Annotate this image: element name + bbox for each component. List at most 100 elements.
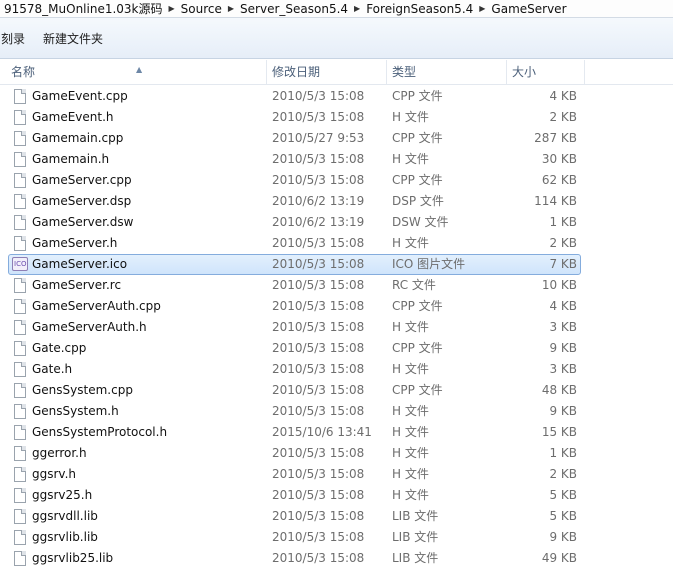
file-date: 2010/6/2 13:19	[272, 215, 365, 229]
breadcrumb-arrow-icon[interactable]: ▶	[167, 4, 177, 13]
file-date: 2010/5/3 15:08	[272, 173, 365, 187]
file-row[interactable]: GameServer.dsp 2010/6/2 13:19 DSP 文件 114 KB	[8, 191, 581, 212]
breadcrumb-item[interactable]: Server_Season5.4	[236, 2, 352, 16]
file-row[interactable]: ggerror.h 2010/5/3 15:08 H 文件 1 KB	[8, 443, 581, 464]
file-name: GensSystemProtocol.h	[32, 425, 168, 439]
file-row[interactable]: GameServer.h 2010/5/3 15:08 H 文件 2 KB	[8, 233, 581, 254]
column-type-header[interactable]: 类型	[387, 60, 507, 84]
column-name-label: 名称	[11, 65, 36, 79]
breadcrumb-item[interactable]: 91578_MuOnline1.03k源码	[0, 0, 167, 17]
file-row[interactable]: GameEvent.cpp 2010/5/3 15:08 CPP 文件 4 KB	[8, 86, 581, 107]
file-row[interactable]: GameServer.cpp 2010/5/3 15:08 CPP 文件 62 KB	[8, 170, 581, 191]
file-size: 49 KB	[541, 551, 577, 565]
file-row[interactable]: ggsrv.h 2010/5/3 15:08 H 文件 2 KB	[8, 464, 581, 485]
column-date-header[interactable]: 修改日期	[267, 60, 387, 84]
document-icon	[14, 194, 26, 209]
file-type: H 文件	[392, 362, 429, 376]
file-row[interactable]: GensSystemProtocol.h 2015/10/6 13:41 H 文件 1…	[8, 422, 581, 443]
file-type: LIB 文件	[392, 530, 439, 544]
document-icon	[14, 551, 26, 566]
document-icon	[14, 278, 26, 293]
file-size: 3 KB	[549, 362, 577, 376]
file-size: 2 KB	[549, 110, 577, 124]
ico-file-icon: ICO	[12, 257, 28, 271]
file-row[interactable]: GameServerAuth.h 2010/5/3 15:08 H 文件 3 KB	[8, 317, 581, 338]
breadcrumb-item[interactable]: ForeignSeason5.4	[362, 2, 477, 16]
file-date: 2010/5/3 15:08	[272, 152, 365, 166]
file-row[interactable]: GameEvent.h 2010/5/3 15:08 H 文件 2 KB	[8, 107, 581, 128]
file-row[interactable]: ICO GameServer.ico 2010/5/3 15:08 ICO 图片文件 7…	[8, 254, 581, 275]
file-row[interactable]: GameServer.rc 2010/5/3 15:08 RC 文件 10 KB	[8, 275, 581, 296]
file-size: 287 KB	[534, 131, 577, 145]
file-size: 9 KB	[549, 530, 577, 544]
file-type: H 文件	[392, 446, 429, 460]
file-size: 5 KB	[549, 488, 577, 502]
document-icon	[14, 509, 26, 524]
breadcrumb-item[interactable]: Source	[177, 2, 226, 16]
file-date: 2010/5/3 15:08	[272, 530, 365, 544]
breadcrumb-arrow-icon[interactable]: ▶	[226, 4, 236, 13]
file-row[interactable]: GameServer.dsw 2010/6/2 13:19 DSW 文件 1 KB	[8, 212, 581, 233]
breadcrumb-arrow-icon[interactable]: ▶	[477, 4, 487, 13]
file-size: 114 KB	[534, 194, 577, 208]
document-icon	[14, 488, 26, 503]
file-row[interactable]: ggsrvdll.lib 2010/5/3 15:08 LIB 文件 5 KB	[8, 506, 581, 527]
document-icon	[14, 236, 26, 251]
file-date: 2010/5/27 9:53	[272, 131, 365, 145]
file-name: GameEvent.h	[32, 110, 114, 124]
file-name: GameServer.h	[32, 236, 118, 250]
file-date: 2010/5/3 15:08	[272, 236, 365, 250]
file-name: GameServer.dsp	[32, 194, 132, 208]
file-name: ggsrv25.h	[32, 488, 93, 502]
command-bar: 刻录 新建文件夹	[0, 18, 673, 59]
file-row[interactable]: ggsrv25.h 2010/5/3 15:08 H 文件 5 KB	[8, 485, 581, 506]
file-name: GameServerAuth.cpp	[32, 299, 161, 313]
file-type: H 文件	[392, 320, 429, 334]
file-type: RC 文件	[392, 278, 436, 292]
file-name: GameServerAuth.h	[32, 320, 147, 334]
file-date: 2010/5/3 15:08	[272, 299, 365, 313]
column-type-label: 类型	[392, 65, 417, 79]
file-size: 62 KB	[541, 173, 577, 187]
new-folder-button[interactable]: 新建文件夹	[34, 30, 112, 47]
file-size: 9 KB	[549, 404, 577, 418]
file-name: Gamemain.h	[32, 152, 110, 166]
file-row[interactable]: Gamemain.h 2010/5/3 15:08 H 文件 30 KB	[8, 149, 581, 170]
breadcrumb-arrow-icon[interactable]: ▶	[352, 4, 362, 13]
file-date: 2010/5/3 15:08	[272, 110, 365, 124]
file-size: 4 KB	[549, 299, 577, 313]
file-row[interactable]: ggsrvlib25.lib 2010/5/3 15:08 LIB 文件 49 KB	[8, 548, 581, 569]
file-type: CPP 文件	[392, 173, 443, 187]
file-size: 7 KB	[549, 257, 577, 271]
file-type: LIB 文件	[392, 551, 439, 565]
address-bar[interactable]: 91578_MuOnline1.03k源码 ▶ Source ▶ Server_…	[0, 0, 673, 18]
column-name-header[interactable]: 名称 ▲	[6, 60, 267, 84]
document-icon	[14, 131, 26, 146]
document-icon	[14, 173, 26, 188]
column-size-header[interactable]: 大小	[507, 60, 585, 84]
file-date: 2010/6/2 13:19	[272, 194, 365, 208]
document-icon	[14, 320, 26, 335]
file-type: CPP 文件	[392, 131, 443, 145]
file-row[interactable]: Gamemain.cpp 2010/5/27 9:53 CPP 文件 287 KB	[8, 128, 581, 149]
file-row[interactable]: ggsrvlib.lib 2010/5/3 15:08 LIB 文件 9 KB	[8, 527, 581, 548]
file-date: 2010/5/3 15:08	[272, 446, 365, 460]
breadcrumb-item[interactable]: GameServer	[487, 2, 570, 16]
file-date: 2010/5/3 15:08	[272, 383, 365, 397]
file-row[interactable]: GameServerAuth.cpp 2010/5/3 15:08 CPP 文件 4 …	[8, 296, 581, 317]
document-icon	[14, 404, 26, 419]
file-row[interactable]: GensSystem.h 2010/5/3 15:08 H 文件 9 KB	[8, 401, 581, 422]
document-icon	[14, 110, 26, 125]
file-row[interactable]: GensSystem.cpp 2010/5/3 15:08 CPP 文件 48 KB	[8, 380, 581, 401]
file-date: 2010/5/3 15:08	[272, 362, 365, 376]
document-icon	[14, 362, 26, 377]
file-date: 2010/5/3 15:08	[272, 341, 365, 355]
file-row[interactable]: Gate.cpp 2010/5/3 15:08 CPP 文件 9 KB	[8, 338, 581, 359]
document-icon	[14, 299, 26, 314]
file-size: 9 KB	[549, 341, 577, 355]
file-date: 2010/5/3 15:08	[272, 488, 365, 502]
burn-button[interactable]: 刻录	[0, 30, 34, 47]
file-type: H 文件	[392, 425, 429, 439]
file-size: 1 KB	[549, 215, 577, 229]
file-row[interactable]: Gate.h 2010/5/3 15:08 H 文件 3 KB	[8, 359, 581, 380]
